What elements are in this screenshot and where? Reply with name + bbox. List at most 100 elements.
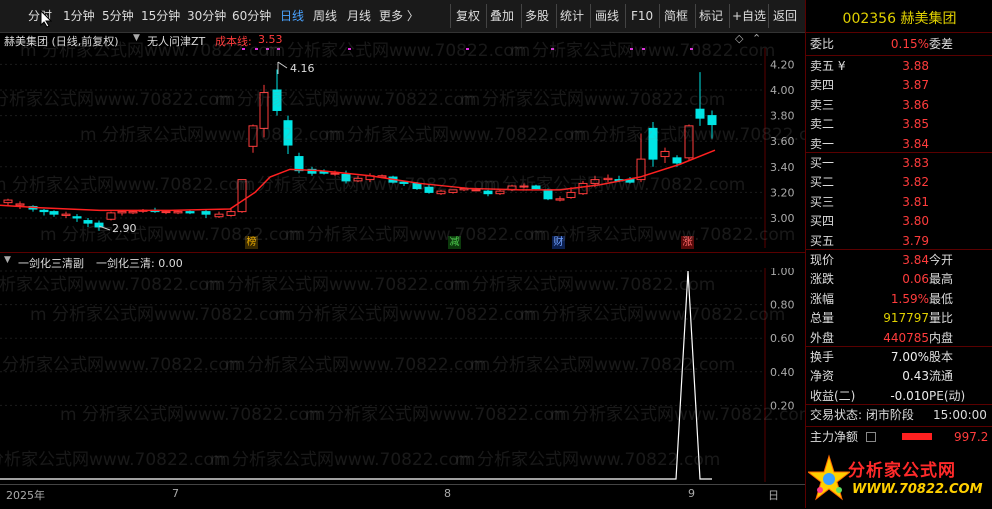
stat-value: 0.06 [902,272,929,287]
candlestick-chart[interactable]: 4.20 4.00 3.80 3.60 3.40 3.20 3.00 4.16 2.90 [0,48,805,248]
buy-level-label: 买一 [810,156,835,170]
trade-status: 交易状态: 闭市阶段 [810,408,914,422]
tab-5min[interactable]: 5分钟 [102,6,134,26]
signal-dot [348,48,351,50]
stock-code-title: 002356 赫美集团 [806,8,992,30]
candlestick [483,189,493,197]
x-label-jul: 7 [172,487,179,500]
signal-dot [255,48,258,50]
y-tick-label: 3.00 [770,212,795,225]
tab-more[interactable]: 更多 〉 [379,6,419,26]
stats-button[interactable]: 统计 [560,6,584,26]
date-axis: 2025年 7 8 9 日 [0,484,805,509]
dropdown-icon[interactable]: ▼ [133,33,140,43]
cost-value: 3.53 [258,33,283,46]
candlestick [636,133,646,183]
candlestick [272,69,282,116]
buy-level-value: 3.82 [902,175,929,190]
fuquan-button[interactable]: 复权 [456,6,480,26]
candlestick [28,205,38,212]
candlestick [660,147,670,163]
star-logo-icon [808,454,850,501]
event-mark-jian[interactable]: 减 [448,236,461,249]
main-flow-bar [902,433,932,440]
candlestick [94,220,104,231]
cost-label: 成本线: [215,35,252,48]
x-corner-label: 日 [768,489,779,502]
buy-level-label: 买四 [810,214,835,229]
stat2-label: 换手 [810,350,835,364]
candlestick [15,201,25,210]
tab-monthly[interactable]: 月线 [347,6,371,26]
signal-dot [642,48,645,50]
event-mark-zhang[interactable]: 涨 [681,236,694,249]
candlestick [648,122,658,167]
candlestick [365,173,375,183]
back-button[interactable]: 返回 [773,6,797,26]
stat-label: 现价 [810,253,835,267]
y-tick-label: 3.80 [770,110,795,123]
candlestick [248,124,258,153]
buy-level-label: 买二 [810,175,835,190]
stock-title: 赫美集团 (日线,前复权) [4,35,119,48]
detail-icon[interactable] [866,432,876,442]
candlestick [49,210,59,217]
indicator-name[interactable]: 无人问津ZT [147,33,205,49]
draw-line-button[interactable]: 画线 [595,6,619,26]
buy-level-value: 3.80 [902,214,929,229]
diamond-icon[interactable]: ◇ [735,32,743,45]
sell-level-label: 卖五 ¥ [810,59,846,73]
indicator-chart[interactable]: 1.00 0.80 0.60 0.40 0.20 [0,268,805,482]
sell-level-row: 卖三 3.86 [806,95,992,116]
candlestick [61,211,71,218]
stat-value: 917797 [883,311,929,326]
tab-weekly[interactable]: 周线 [313,6,337,26]
x-label-year: 2025年 [6,489,45,502]
stat-label: 涨跌 [810,272,835,287]
buy-level-label: 买三 [810,194,835,209]
sell-level-label: 卖四 [810,78,835,93]
candlestick [214,211,224,218]
low-annotation: 2.90 [112,222,137,235]
dropdown-icon[interactable]: ▼ [4,255,11,265]
event-mark-bang[interactable]: 榜 [245,236,258,249]
ind-y-tick-label: 0.20 [770,399,795,412]
tab-30min[interactable]: 30分钟 [187,6,226,26]
tab-60min[interactable]: 60分钟 [232,6,271,26]
f10-button[interactable]: F10 [631,6,653,26]
candlestick [72,214,82,222]
candlestick [83,218,93,227]
stat2-label2: 流通 [929,369,954,384]
indicator-header: ▼ 一剑化三清副 一剑化三清: 0.00 [0,252,805,270]
period-toolbar: 分时 1分钟 5分钟 15分钟 30分钟 60分钟 日线 周线 月线 更多 〉 … [0,0,805,33]
candlestick [424,184,434,194]
signal-dot [266,48,269,50]
stat-label: 涨幅 [810,291,835,306]
tab-daily[interactable]: 日线 [280,6,304,26]
sell-level-label: 卖三 [810,97,835,112]
candlestick [39,209,49,216]
signal-dot [630,48,633,50]
candlestick [226,209,236,217]
trade-status-row: 交易状态: 闭市阶段 15:00:00 [806,405,992,426]
main-flow-value: 997.2 [954,430,989,444]
stat-row: 现价 3.84 今开 [806,250,992,271]
tab-15min[interactable]: 15分钟 [141,6,180,26]
sell-level-row: 卖二 3.85 [806,114,992,135]
add-watchlist-button[interactable]: +自选 [732,6,766,26]
sell-level-row: 卖四 3.87 [806,75,992,96]
y-tick-label: 3.60 [770,135,795,148]
sell-level-value: 3.88 [902,59,929,73]
multi-stock-button[interactable]: 多股 [525,6,549,26]
chevron-up-icon[interactable]: ⌃ [752,32,761,45]
event-mark-cai[interactable]: 财 [552,236,565,249]
cursor-icon [40,10,52,28]
simple-frame-button[interactable]: 简框 [664,6,688,26]
mark-button[interactable]: 标记 [699,6,723,26]
signal-dot [690,48,693,50]
stat2-value: 0.43 [902,369,929,384]
candlestick [185,210,195,215]
overlay-button[interactable]: 叠加 [490,6,514,26]
weibi-row: 委比 0.15% 委差 [806,34,992,55]
tab-1min[interactable]: 1分钟 [63,6,95,26]
